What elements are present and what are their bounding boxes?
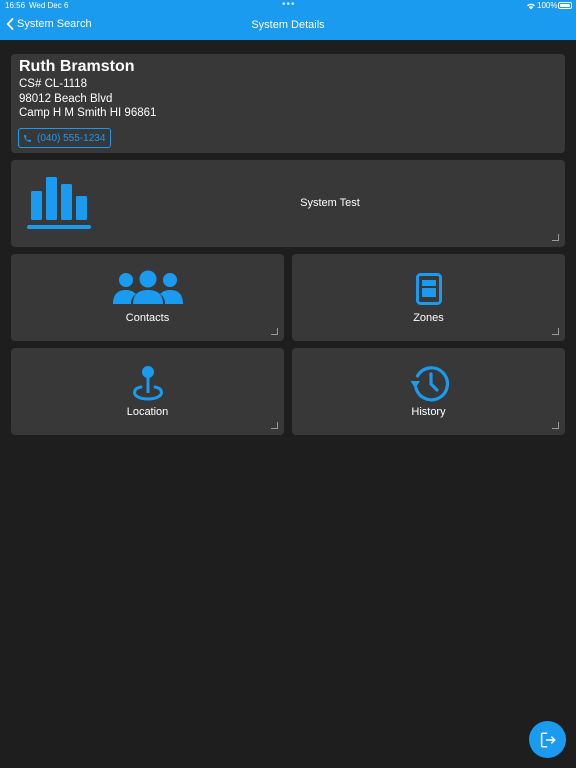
customer-name: Ruth Bramston xyxy=(19,58,135,75)
zones-label: Zones xyxy=(413,312,444,324)
system-test-label: System Test xyxy=(300,197,360,209)
battery-icon xyxy=(558,2,572,9)
group-icon xyxy=(112,270,183,304)
address-line-1: 98012 Beach Blvd xyxy=(19,93,113,105)
multitasking-dots-icon[interactable]: ••• xyxy=(282,0,296,10)
status-time: 16:56 xyxy=(5,1,26,10)
zones-tile[interactable]: Zones xyxy=(292,254,565,341)
call-phone-button[interactable]: (040) 555-1234 xyxy=(18,128,112,148)
map-pin-icon xyxy=(132,366,163,401)
corner-resize-icon xyxy=(552,422,559,429)
contacts-label: Contacts xyxy=(125,312,170,324)
customer-card: Ruth Bramston CS# CL-1118 98012 Beach Bl… xyxy=(11,54,565,153)
address-line-2: Camp H M Smith HI 96861 xyxy=(19,107,157,119)
page-title: System Details xyxy=(251,19,325,31)
contacts-tile[interactable]: Contacts xyxy=(11,254,284,341)
zone-panel-icon xyxy=(415,273,442,305)
battery-percent: 100% xyxy=(537,1,558,10)
system-details-screen: 16:56 Wed Dec 6 ••• 100% System Search S… xyxy=(0,0,576,768)
location-tile[interactable]: Location xyxy=(11,348,284,435)
account-number: CS# CL-1118 xyxy=(19,78,87,90)
history-icon xyxy=(410,366,449,402)
corner-resize-icon xyxy=(271,422,278,429)
corner-resize-icon xyxy=(552,328,559,335)
corner-resize-icon xyxy=(552,234,559,241)
exit-button[interactable] xyxy=(529,721,566,758)
exit-icon xyxy=(540,732,555,747)
history-tile[interactable]: History xyxy=(292,348,565,435)
corner-resize-icon xyxy=(271,328,278,335)
system-test-tile[interactable]: System Test xyxy=(11,160,565,247)
phone-number: (040) 555-1234 xyxy=(37,132,106,144)
location-label: Location xyxy=(126,406,169,418)
status-date: Wed Dec 6 xyxy=(29,1,69,10)
top-bar: 16:56 Wed Dec 6 ••• 100% System Search S… xyxy=(0,0,576,40)
phone-icon xyxy=(24,134,31,142)
wifi-icon xyxy=(527,3,535,10)
history-label: History xyxy=(411,406,446,418)
